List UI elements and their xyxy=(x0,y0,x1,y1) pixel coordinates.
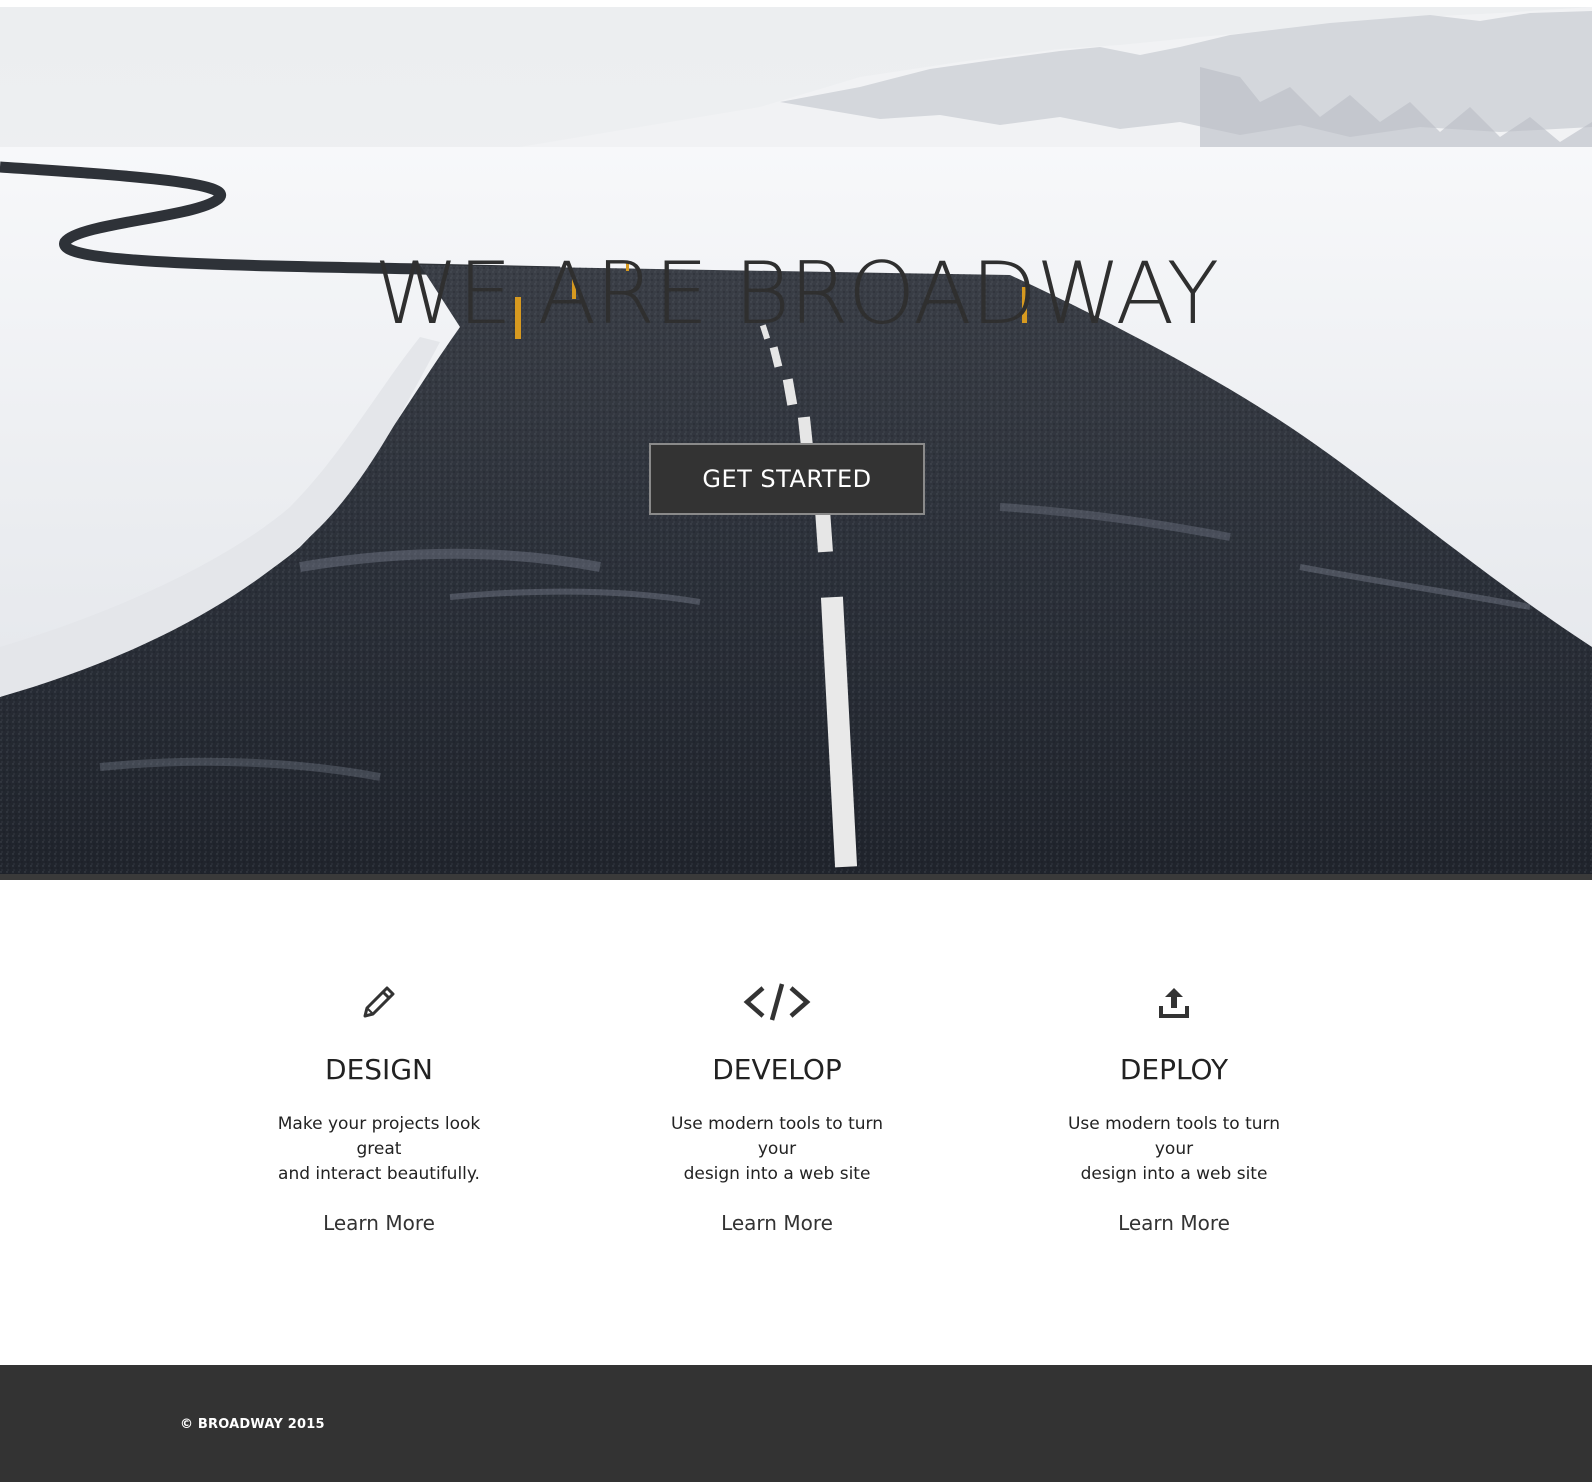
page: WE ARE BROADWAY GET STARTED DESIGN Make … xyxy=(0,0,1592,1482)
feature-description: Make your projects look great and intera… xyxy=(264,1112,494,1187)
pencil-icon xyxy=(209,980,549,1024)
feature-description-line: Use modern tools to turn your xyxy=(1067,1114,1281,1159)
upload-icon xyxy=(1004,980,1344,1024)
get-started-button[interactable]: GET STARTED xyxy=(649,443,925,515)
feature-title: DEVELOP xyxy=(712,1053,842,1086)
learn-more-link-deploy[interactable]: Learn More xyxy=(1004,1210,1344,1236)
code-icon xyxy=(607,980,947,1024)
features-section: DESIGN Make your projects look great and… xyxy=(0,880,1592,1365)
feature-title: DEPLOY xyxy=(1119,1053,1229,1086)
feature-description-line: design into a web site xyxy=(683,1164,871,1184)
feature-description-line: design into a web site xyxy=(1080,1164,1268,1184)
feature-description: Use modern tools to turn your design int… xyxy=(662,1112,892,1187)
feature-description-line: and interact beautifully. xyxy=(278,1164,480,1184)
feature-description-line: Make your projects look great xyxy=(277,1114,481,1159)
footer-copyright: © BROADWAY 2015 xyxy=(180,1417,325,1432)
feature-description: Use modern tools to turn your design int… xyxy=(1059,1112,1289,1187)
footer: © BROADWAY 2015 xyxy=(0,1365,1592,1482)
learn-more-link-design[interactable]: Learn More xyxy=(209,1210,549,1236)
feature-description-line: Use modern tools to turn your xyxy=(670,1114,884,1159)
learn-more-link-develop[interactable]: Learn More xyxy=(607,1210,947,1236)
hero-title: WE ARE BROADWAY xyxy=(373,244,1219,344)
hero-section: WE ARE BROADWAY GET STARTED xyxy=(0,7,1592,881)
feature-title: DESIGN xyxy=(325,1053,433,1086)
